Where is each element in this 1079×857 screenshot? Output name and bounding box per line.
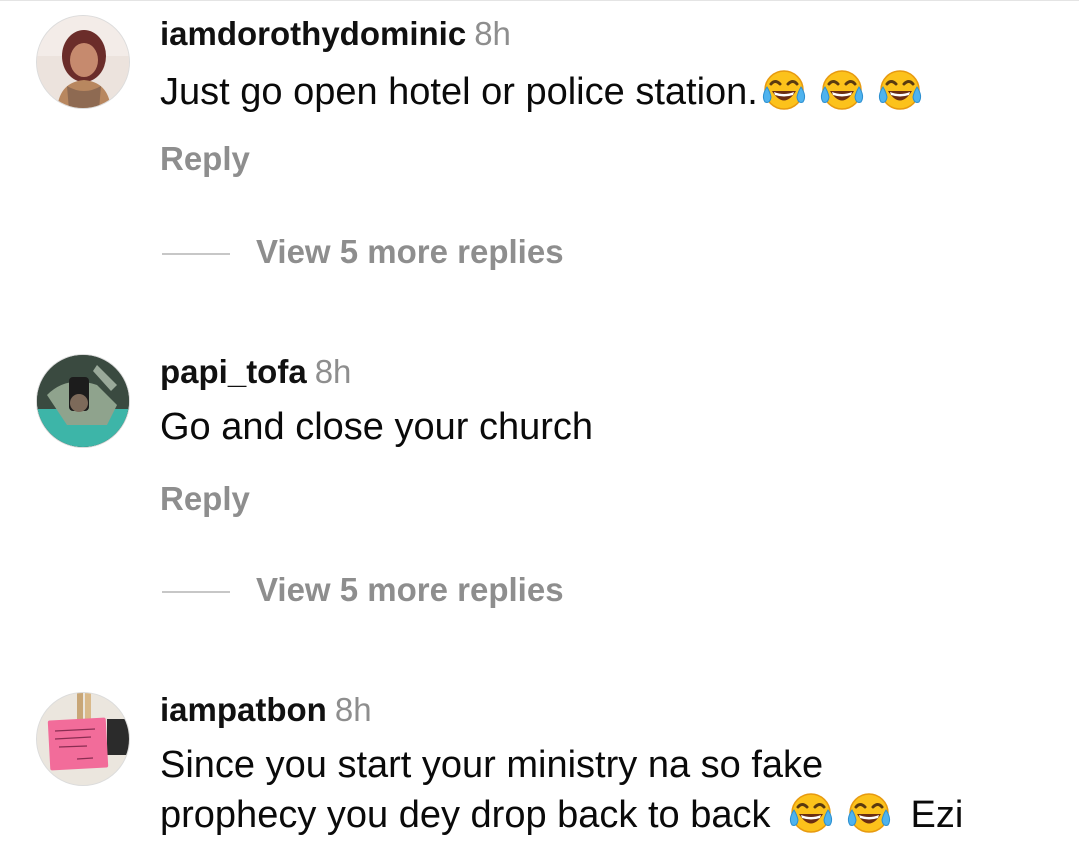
comment-text: Since you start your ministry na so fake… <box>160 742 1065 839</box>
comment-header: iampatbon 8h <box>160 690 372 730</box>
comment-body-line-1: Since you start your ministry na so fake <box>160 744 824 786</box>
timestamp: 8h <box>474 15 511 52</box>
face-with-tears-of-joy-icon <box>787 789 835 837</box>
avatar[interactable] <box>36 692 130 786</box>
face-with-tears-of-joy-icon <box>876 66 924 114</box>
comment-body: Just go open hotel or police station. <box>160 71 758 113</box>
face-with-tears-of-joy-icon <box>760 66 808 114</box>
username[interactable]: iamdorothydominic <box>160 15 466 52</box>
comment-text: Just go open hotel or police station. <box>160 66 1065 116</box>
comment-body-line-2-text: prophecy you dey drop back to back <box>160 794 771 836</box>
reply-button[interactable]: Reply <box>160 479 250 519</box>
comment-header: papi_tofa 8h <box>160 352 351 392</box>
reply-button[interactable]: Reply <box>160 139 250 179</box>
comment-text: Go and close your church <box>160 404 1065 451</box>
view-more-replies-label: View 5 more replies <box>256 233 564 270</box>
comment-body-line-2: prophecy you dey drop back to back Ezi <box>160 789 1065 839</box>
comment-body: Go and close your church <box>160 406 594 448</box>
view-more-replies-label: View 5 more replies <box>256 571 564 608</box>
username[interactable]: papi_tofa <box>160 353 307 390</box>
avatar[interactable] <box>36 354 130 448</box>
comment-header: iamdorothydominic 8h <box>160 14 511 54</box>
face-with-tears-of-joy-icon <box>845 789 893 837</box>
top-divider <box>0 0 1079 1</box>
comment-item: iampatbon 8h Since you start your ministr… <box>0 690 1079 857</box>
comment-item: iamdorothydominic 8h Just go open hotel o… <box>0 14 1079 274</box>
comment-body-line-2-suffix: Ezi <box>910 794 964 836</box>
timestamp: 8h <box>334 691 372 728</box>
avatar[interactable] <box>36 15 130 109</box>
timestamp: 8h <box>314 353 352 390</box>
comment-item: papi_tofa 8h Go and close your church Rep… <box>0 352 1079 612</box>
face-with-tears-of-joy-icon <box>818 66 866 114</box>
replies-divider-line <box>162 591 230 593</box>
replies-divider-line <box>162 253 230 255</box>
username[interactable]: iampatbon <box>160 691 327 728</box>
